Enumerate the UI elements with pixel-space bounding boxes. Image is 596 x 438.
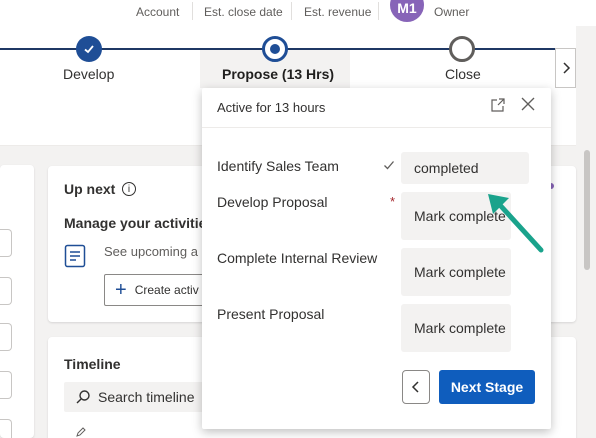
checkmark-icon (84, 45, 94, 54)
avatar-initials: M1 (397, 0, 417, 16)
owner-avatar[interactable]: M1 (390, 0, 424, 22)
field-input[interactable] (0, 277, 12, 305)
info-icon[interactable]: i (122, 182, 136, 196)
chevron-left-icon (411, 381, 419, 393)
header-field-account: Account (136, 5, 180, 19)
checkmark-icon (384, 161, 394, 170)
required-marker: * (390, 194, 396, 209)
field-input[interactable] (0, 371, 12, 399)
header-divider (192, 2, 193, 20)
step-label-identify-sales-team: Identify Sales Team (217, 158, 339, 174)
flyout-header: Active for 13 hours (202, 88, 551, 128)
stage-develop-node[interactable] (76, 36, 102, 62)
business-process-flow: Develop Propose (13 Hrs) Close (0, 26, 576, 88)
plus-icon: + (115, 279, 127, 301)
search-icon (76, 390, 90, 404)
stage-flyout: Active for 13 hours Identify Sales Team … (202, 88, 551, 429)
stage-develop-label[interactable]: Develop (63, 66, 114, 82)
step-status-button-complete-internal-review[interactable]: Mark complete (401, 248, 511, 296)
step-label-present-proposal: Present Proposal (217, 306, 325, 322)
create-activity-button[interactable]: + Create activ (104, 274, 214, 306)
header-divider (378, 2, 379, 20)
summary-card (0, 165, 34, 438)
previous-stage-button[interactable] (402, 370, 430, 404)
header-field-close-date: Est. close date (204, 5, 283, 19)
stage-close-node[interactable] (449, 36, 475, 62)
step-status-button-present-proposal[interactable]: Mark complete (401, 304, 511, 352)
header-divider (291, 2, 292, 20)
activity-list-icon (64, 244, 86, 268)
dock-expand-icon[interactable] (489, 96, 507, 114)
stage-close-label[interactable]: Close (445, 66, 481, 82)
see-upcoming-text: See upcoming a (104, 244, 198, 259)
next-stages-button[interactable] (555, 48, 576, 88)
active-dot-icon (270, 44, 280, 54)
pencil-icon[interactable] (76, 427, 86, 437)
owner-label: Owner (434, 5, 470, 19)
manage-activities-text: Manage your activities (64, 215, 215, 231)
step-label-develop-proposal: Develop Proposal (217, 194, 328, 210)
step-label-complete-internal-review: Complete Internal Review (217, 250, 378, 266)
stage-propose-node[interactable] (262, 36, 288, 62)
stage-propose-label[interactable]: Propose (13 Hrs) (222, 66, 334, 82)
close-icon[interactable] (519, 95, 537, 113)
create-activity-label: Create activ (134, 283, 199, 297)
next-stage-button[interactable]: Next Stage (439, 370, 535, 404)
chevron-right-icon (562, 62, 570, 74)
field-input[interactable] (0, 323, 12, 351)
flyout-title: Active for 13 hours (217, 100, 326, 115)
header-field-revenue: Est. revenue (304, 5, 372, 19)
field-input[interactable] (0, 419, 12, 438)
page-scrollbar[interactable] (584, 150, 590, 270)
timeline-search-input[interactable]: Search timeline (64, 382, 214, 412)
up-next-title: Up next (64, 181, 116, 197)
field-input[interactable] (0, 229, 12, 257)
annotation-arrow-icon (488, 194, 544, 253)
timeline-title: Timeline (64, 356, 121, 372)
timeline-search-placeholder: Search timeline (98, 389, 195, 405)
step-status-button-identify-sales-team[interactable]: completed (401, 152, 529, 184)
record-header: Account Est. close date Est. revenue M1 … (0, 0, 596, 26)
